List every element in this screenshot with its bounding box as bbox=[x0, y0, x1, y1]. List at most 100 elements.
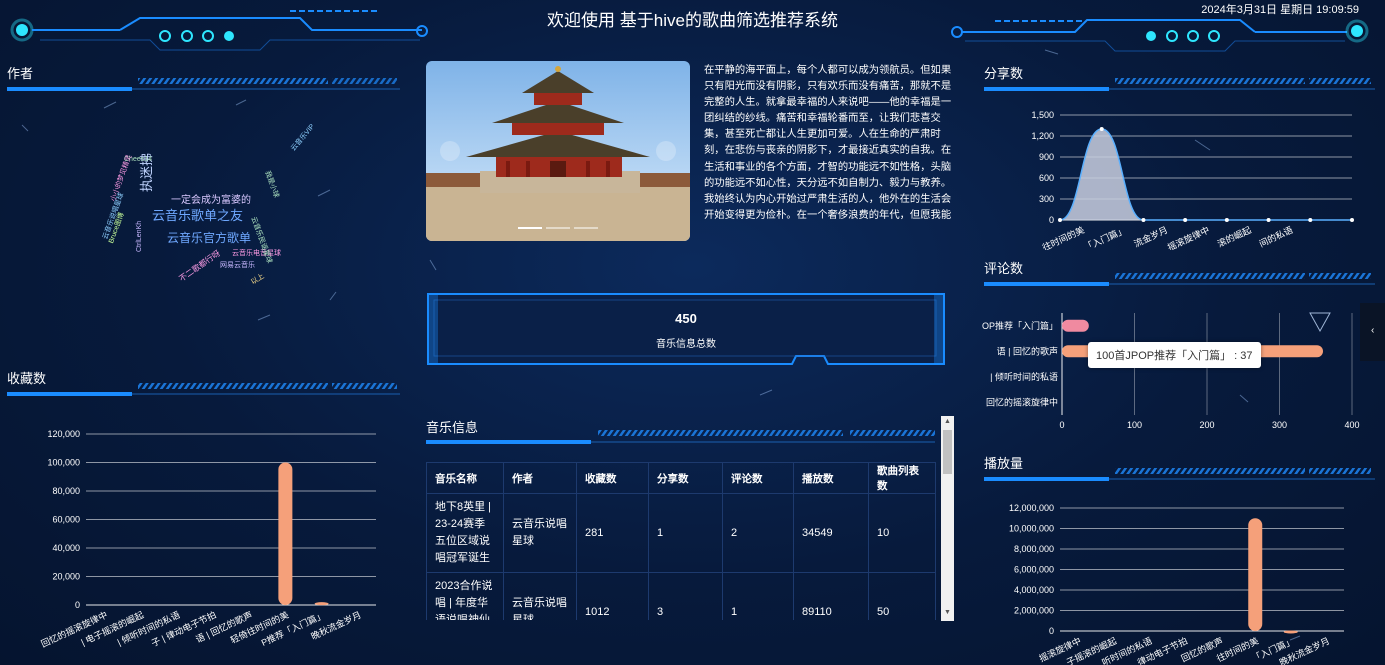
author-word-cloud: 云音乐歌单之友 云音乐官方歌单 一定会成为富婆的 执迷拂 Chees14 云音乐… bbox=[60, 123, 350, 300]
table-row[interactable]: 地下8英里 | 23-24赛季五位区域说唱冠军诞生 云音乐说唱星球 281 1 … bbox=[426, 493, 936, 573]
shares-area-chart: 0 300 600 900 1,200 1,500 往时间的美「入门篇」 流金岁月摇滚旋律中滚… bbox=[1031, 110, 1354, 250]
y-tick-label: 6,000,000 bbox=[1014, 565, 1054, 575]
y-tick-label: | 倾听时间的私语 bbox=[990, 371, 1058, 382]
cloud-word[interactable]: 不二歌都行呀 bbox=[177, 249, 221, 284]
bar bbox=[278, 462, 293, 605]
tooltip-pointer-icon bbox=[1309, 312, 1331, 333]
x-tick-label: 「入门篇」 bbox=[1082, 224, 1127, 250]
table-cell: 89110 bbox=[793, 572, 869, 620]
x-tick-label: 间的私语 bbox=[1257, 224, 1294, 249]
table-cell: 1 bbox=[722, 572, 794, 620]
side-collapse-tab[interactable]: ‹ bbox=[1360, 303, 1385, 361]
y-tick-label: OP推荐「入门篇」 bbox=[982, 320, 1058, 331]
y-tick-label: 1,200 bbox=[1031, 131, 1054, 141]
table-cell: 50 bbox=[868, 572, 936, 620]
cloud-word[interactable]: 云音乐官方歌单 bbox=[167, 232, 251, 244]
x-tick-label: 100 bbox=[1127, 420, 1142, 430]
column-header: 作者 bbox=[503, 462, 577, 494]
carousel-image[interactable] bbox=[426, 61, 690, 241]
article-text: 在平静的海平面上，每个人都可以成为领航员。但如果只有阳光而没有阴影，只有欢乐而没… bbox=[704, 65, 952, 221]
cloud-word[interactable]: 网易云音乐 bbox=[220, 262, 255, 269]
data-point bbox=[1141, 218, 1146, 222]
x-tick-label: 流金岁月 bbox=[1132, 224, 1169, 249]
y-tick-label: 10,000,000 bbox=[1009, 524, 1054, 534]
plays-bar-chart: 0 2,000,000 4,000,000 6,000,000 8,000,000 10,… bbox=[1009, 503, 1344, 665]
x-tick-label: | 电子摇滚的崛起 bbox=[79, 609, 145, 648]
column-header: 收藏数 bbox=[576, 462, 649, 494]
cloud-word[interactable]: 以上 bbox=[250, 273, 266, 286]
cloud-word[interactable]: 一定会成为富婆的 bbox=[171, 196, 251, 206]
x-tick-label: 300 bbox=[1272, 420, 1287, 430]
table-cell: 1012 bbox=[576, 572, 649, 620]
area-fill bbox=[1060, 129, 1352, 220]
table-cell: 3 bbox=[648, 572, 723, 620]
y-tick-label: 2,000,000 bbox=[1014, 606, 1054, 616]
scroll-up-icon[interactable]: ▲ bbox=[944, 418, 951, 425]
column-header: 评论数 bbox=[722, 462, 794, 494]
table-row[interactable]: 2023合作说唱 | 年度华语说唱神仙合作 云音乐说唱星球 1012 3 1 8… bbox=[426, 572, 936, 620]
x-tick-label: 往时间的美 bbox=[1040, 224, 1085, 250]
cloud-word[interactable]: CtrlLenKh bbox=[136, 221, 143, 252]
x-tick-label: 摇滚旋律中 bbox=[1166, 224, 1211, 250]
data-point bbox=[1350, 218, 1354, 222]
data-point bbox=[1266, 218, 1271, 222]
table-cell: 1 bbox=[648, 493, 723, 573]
y-tick-label: 80,000 bbox=[52, 486, 80, 496]
table-cell: 云音乐说唱星球 bbox=[503, 493, 577, 573]
data-point bbox=[1058, 218, 1062, 222]
bar bbox=[314, 602, 329, 606]
table-cell: 云音乐说唱星球 bbox=[503, 572, 577, 620]
y-tick-label: 0 bbox=[1049, 626, 1054, 636]
table-cell: 2 bbox=[722, 493, 794, 573]
comments-horizontal-bar-chart: 0 100 200 300 400 OP推荐「入门篇」语 | 回忆的歌声 | 倾听时间的私语… bbox=[982, 312, 1360, 430]
x-tick-label: | 倾听时间的私语 bbox=[115, 609, 181, 648]
y-tick-label: 12,000,000 bbox=[1009, 503, 1054, 513]
y-tick-label: 100,000 bbox=[47, 458, 80, 468]
y-tick-label: 回忆的摇滚旋律中 bbox=[986, 396, 1058, 407]
table-cell: 34549 bbox=[793, 493, 869, 573]
total-count-value: 450 bbox=[675, 311, 697, 326]
y-tick-label: 4,000,000 bbox=[1014, 585, 1054, 595]
x-tick-label: 400 bbox=[1344, 420, 1359, 430]
table-cell: 281 bbox=[576, 493, 649, 573]
x-tick-label: 200 bbox=[1199, 420, 1214, 430]
bar bbox=[1062, 319, 1089, 332]
y-tick-label: 60,000 bbox=[52, 515, 80, 525]
y-tick-label: 8,000,000 bbox=[1014, 544, 1054, 554]
cloud-word[interactable]: 云音乐民谣星球 bbox=[249, 216, 272, 264]
bar bbox=[1248, 518, 1263, 631]
x-tick-label: 滚的崛起 bbox=[1215, 224, 1252, 249]
column-header: 分享数 bbox=[648, 462, 723, 494]
music-info-table: 音乐名称 作者 收藏数 分享数 评论数 播放数 歌曲列表数 地下8英里 | 23… bbox=[426, 462, 936, 620]
table-header-row: 音乐名称 作者 收藏数 分享数 评论数 播放数 歌曲列表数 bbox=[426, 462, 936, 494]
column-header: 播放数 bbox=[793, 462, 869, 494]
total-count-label: 音乐信息总数 bbox=[656, 339, 716, 350]
y-tick-label: 900 bbox=[1039, 152, 1054, 162]
cloud-word[interactable]: 云音乐歌单之友 bbox=[152, 209, 243, 222]
palace-photo bbox=[426, 61, 690, 241]
y-tick-label: 120,000 bbox=[47, 429, 80, 439]
y-tick-label: 20,000 bbox=[52, 572, 80, 582]
data-point bbox=[1099, 127, 1104, 131]
data-point bbox=[1308, 218, 1313, 222]
column-header: 歌曲列表数 bbox=[868, 462, 936, 494]
y-tick-label: 1,500 bbox=[1031, 110, 1054, 120]
favorites-bar-chart: 020,00040,00060,00080,000100,000120,000回… bbox=[39, 429, 376, 649]
scroll-down-icon[interactable]: ▼ bbox=[944, 609, 951, 616]
y-tick-label: 40,000 bbox=[52, 543, 80, 553]
column-header: 音乐名称 bbox=[426, 462, 504, 494]
y-tick-label: 300 bbox=[1039, 194, 1054, 204]
chevron-left-icon[interactable]: ‹ bbox=[1371, 325, 1374, 336]
chart-tooltip: 100首JPOP推荐「入门篇」 : 37 bbox=[1088, 342, 1261, 368]
cloud-word[interactable]: 云音乐电音星球 bbox=[232, 250, 281, 257]
table-scrollbar-thumb[interactable] bbox=[943, 430, 952, 474]
y-tick-label: 0 bbox=[1049, 215, 1054, 225]
total-count-frame bbox=[427, 293, 945, 365]
x-tick-label: 0 bbox=[1059, 420, 1064, 430]
bar bbox=[1283, 630, 1298, 634]
y-tick-label: 语 | 回忆的歌声 bbox=[997, 345, 1058, 356]
table-cell: 2023合作说唱 | 年度华语说唱神仙合作 bbox=[426, 572, 504, 620]
table-cell: 地下8英里 | 23-24赛季五位区域说唱冠军诞生 bbox=[426, 493, 504, 573]
cloud-word[interactable]: 我是小球 bbox=[263, 170, 279, 199]
data-point bbox=[1224, 218, 1229, 222]
